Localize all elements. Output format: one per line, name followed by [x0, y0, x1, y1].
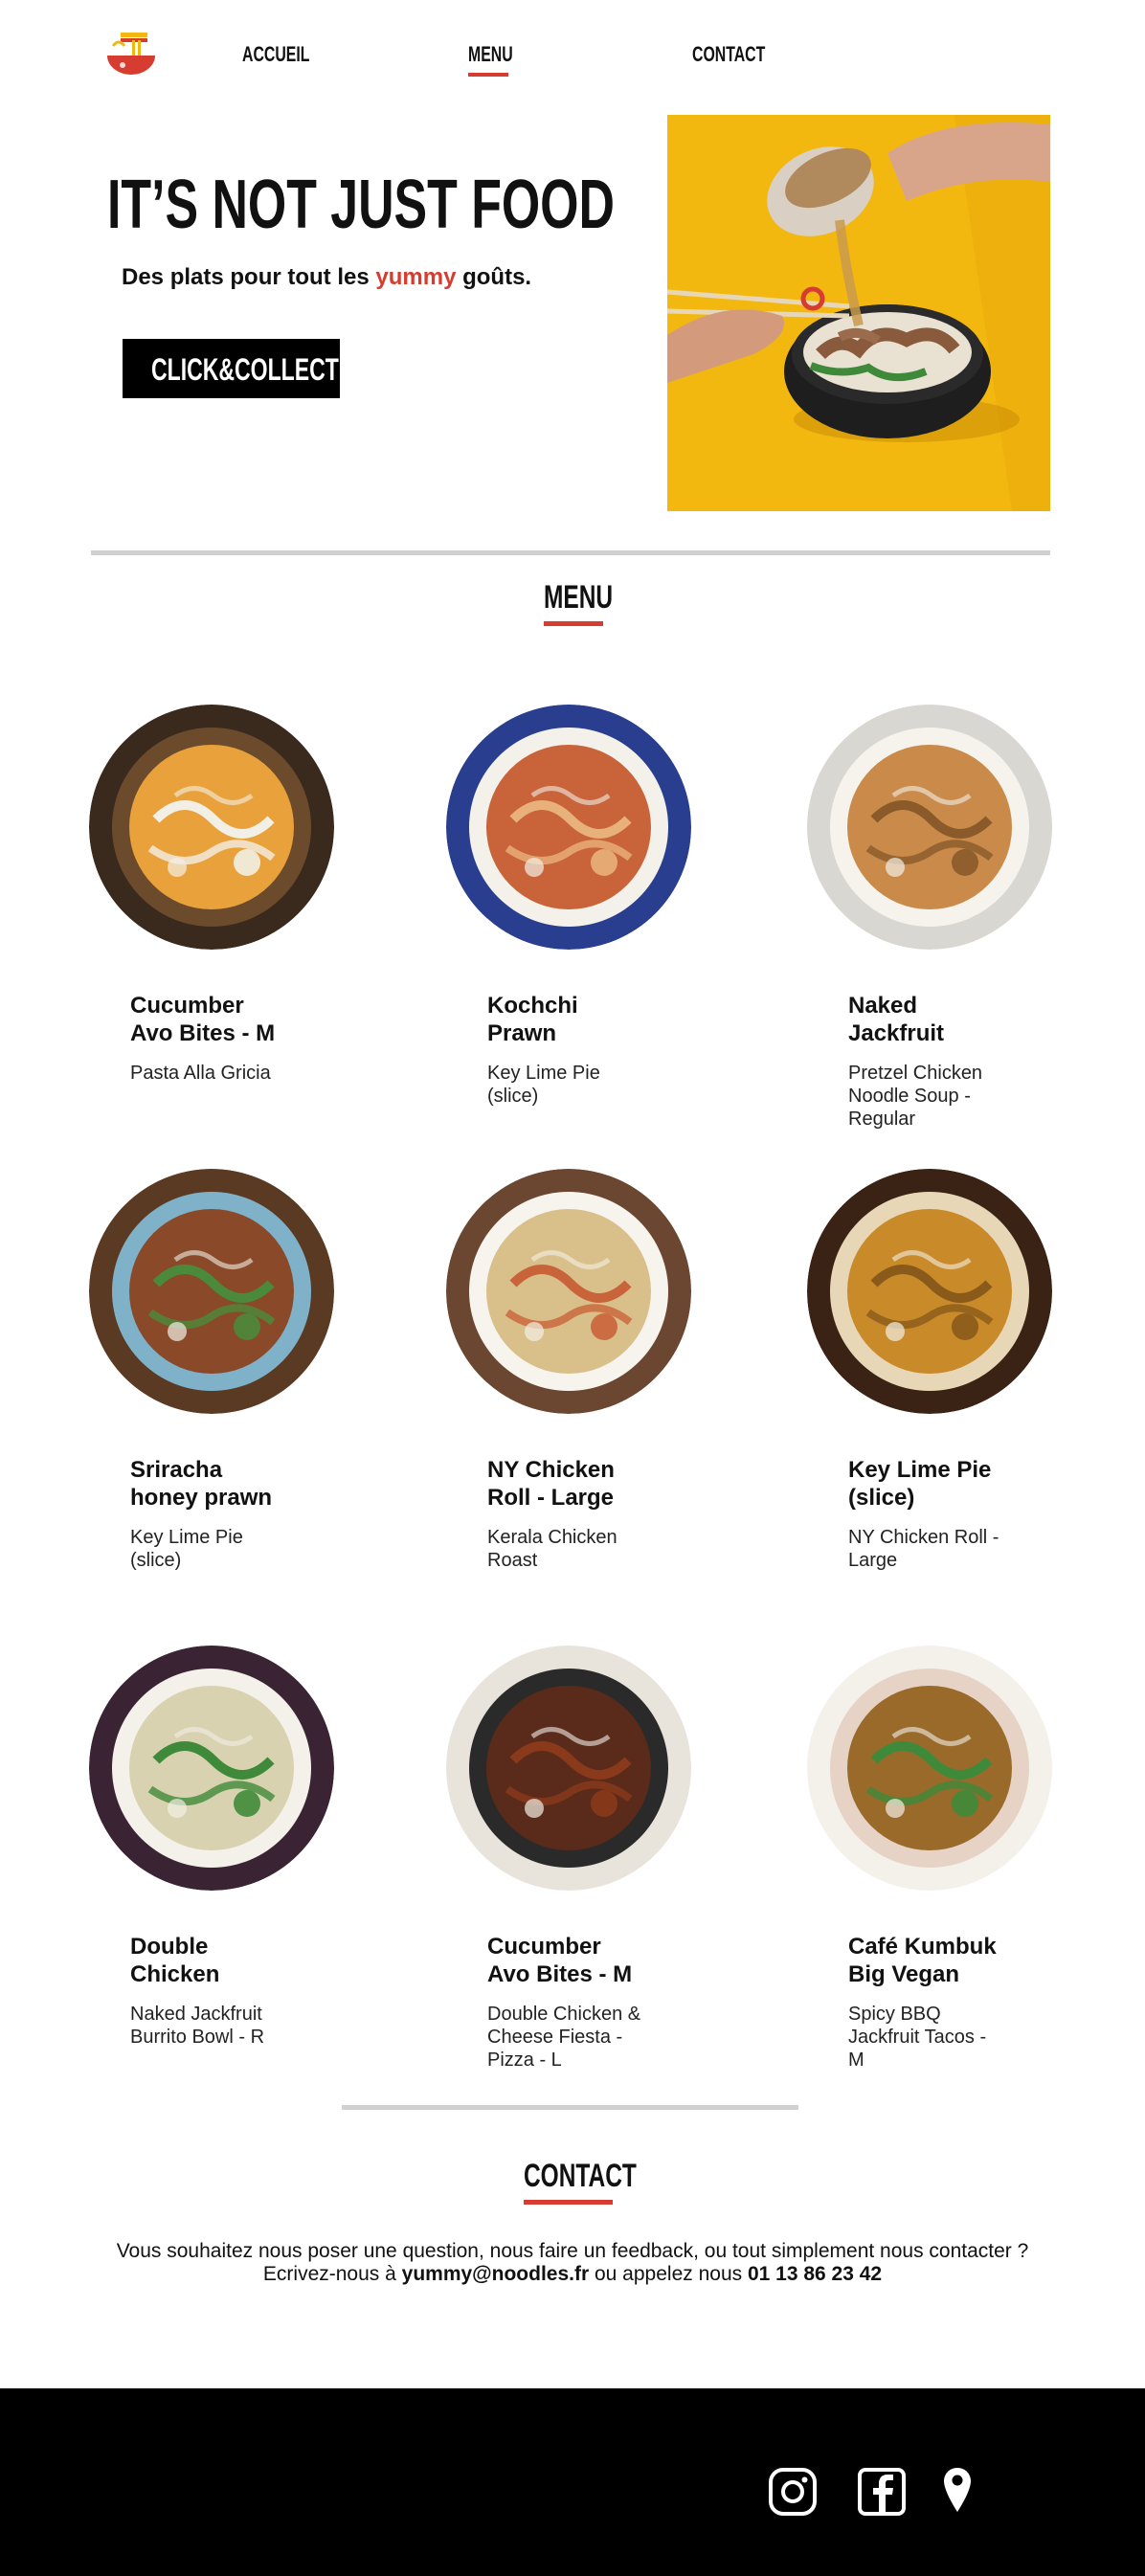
dish-photo — [446, 1169, 691, 1414]
contact-message: Vous souhaitez nous poser une question, … — [115, 2240, 1030, 2286]
dish-photo — [446, 705, 691, 950]
dish-description: Pasta Alla Gricia — [130, 1063, 271, 1084]
menu-title-underline — [544, 621, 603, 626]
contact-line-2: Ecrivez-nous à yummy@noodles.fr ou appel… — [262, 2263, 883, 2285]
dish-photo — [89, 1169, 334, 1414]
dish-description: Key Lime Pie (slice) — [487, 1063, 600, 1107]
instagram-icon[interactable] — [768, 2467, 818, 2517]
dish-name: Sriracha honey prawn — [130, 1457, 273, 1511]
click-and-collect-button[interactable]: CLICK&COLLECT — [123, 339, 340, 398]
dish-photo — [807, 1646, 1052, 1891]
nav-link-menu[interactable]: MENU — [468, 42, 530, 77]
dish-description: NY Chicken Roll - Large — [848, 1527, 999, 1571]
dish-name: Kochchi Prawn — [487, 993, 578, 1046]
location-pin-icon[interactable] — [943, 2467, 972, 2513]
dish-photo — [446, 1646, 691, 1891]
dish-photo — [89, 705, 334, 950]
dish-description: Key Lime Pie (slice) — [130, 1527, 243, 1571]
contact-phone-link[interactable]: 01 13 86 23 42 — [748, 2263, 882, 2285]
section-divider — [342, 2105, 798, 2110]
noodle-bowl-photo — [667, 115, 1050, 511]
top-navigation: ACCUEIL MENU CONTACT — [0, 0, 1145, 105]
click-and-collect-label: CLICK&COLLECT — [151, 352, 339, 387]
nav-link-contact[interactable]: CONTACT — [692, 42, 794, 67]
contact-email-link[interactable]: yummy@noodles.fr — [402, 2263, 590, 2285]
dish-name: Double Chicken — [130, 1934, 220, 1987]
nav-link-accueil[interactable]: ACCUEIL — [242, 42, 336, 67]
nav-link-accueil-label: ACCUEIL — [242, 42, 310, 66]
footer — [0, 2388, 1145, 2576]
facebook-icon[interactable] — [857, 2467, 907, 2517]
dish-name: Naked Jackfruit — [848, 993, 945, 1046]
dish-description: Pretzel Chicken Noodle Soup - Regular — [848, 1063, 983, 1130]
hero-subtitle: Des plats pour tout les yummy goûts. — [122, 264, 532, 290]
dish-photo — [807, 1169, 1052, 1414]
contact-title-underline — [524, 2200, 613, 2205]
dish-description: Double Chicken & Cheese Fiesta - Pizza -… — [487, 2004, 641, 2071]
contact-section-title: CONTACT — [524, 2158, 637, 2205]
dish-name: Café Kumbuk Big Vegan — [848, 1934, 997, 1987]
dish-description: Kerala Chicken Roast — [487, 1527, 617, 1571]
section-divider — [91, 550, 1050, 555]
nav-link-menu-label: MENU — [468, 42, 513, 66]
dish-photo — [89, 1646, 334, 1891]
dish-description: Naked Jackfruit Burrito Bowl - R — [130, 2004, 265, 2048]
ramen-bowl-logo[interactable] — [103, 31, 159, 80]
dish-description: Spicy BBQ Jackfruit Tacos - M — [848, 2004, 987, 2071]
dish-name: Cucumber Avo Bites - M — [487, 1934, 633, 1987]
dish-name: Cucumber Avo Bites - M — [130, 993, 276, 1046]
dish-photo — [807, 705, 1052, 950]
nav-link-contact-label: CONTACT — [692, 42, 766, 66]
menu-section-title: MENU — [544, 579, 613, 626]
dish-name: Key Lime Pie (slice) — [848, 1457, 992, 1511]
contact-line-1: Vous souhaitez nous poser une question, … — [116, 2240, 1029, 2262]
dish-name: NY Chicken Roll - Large — [487, 1457, 615, 1511]
